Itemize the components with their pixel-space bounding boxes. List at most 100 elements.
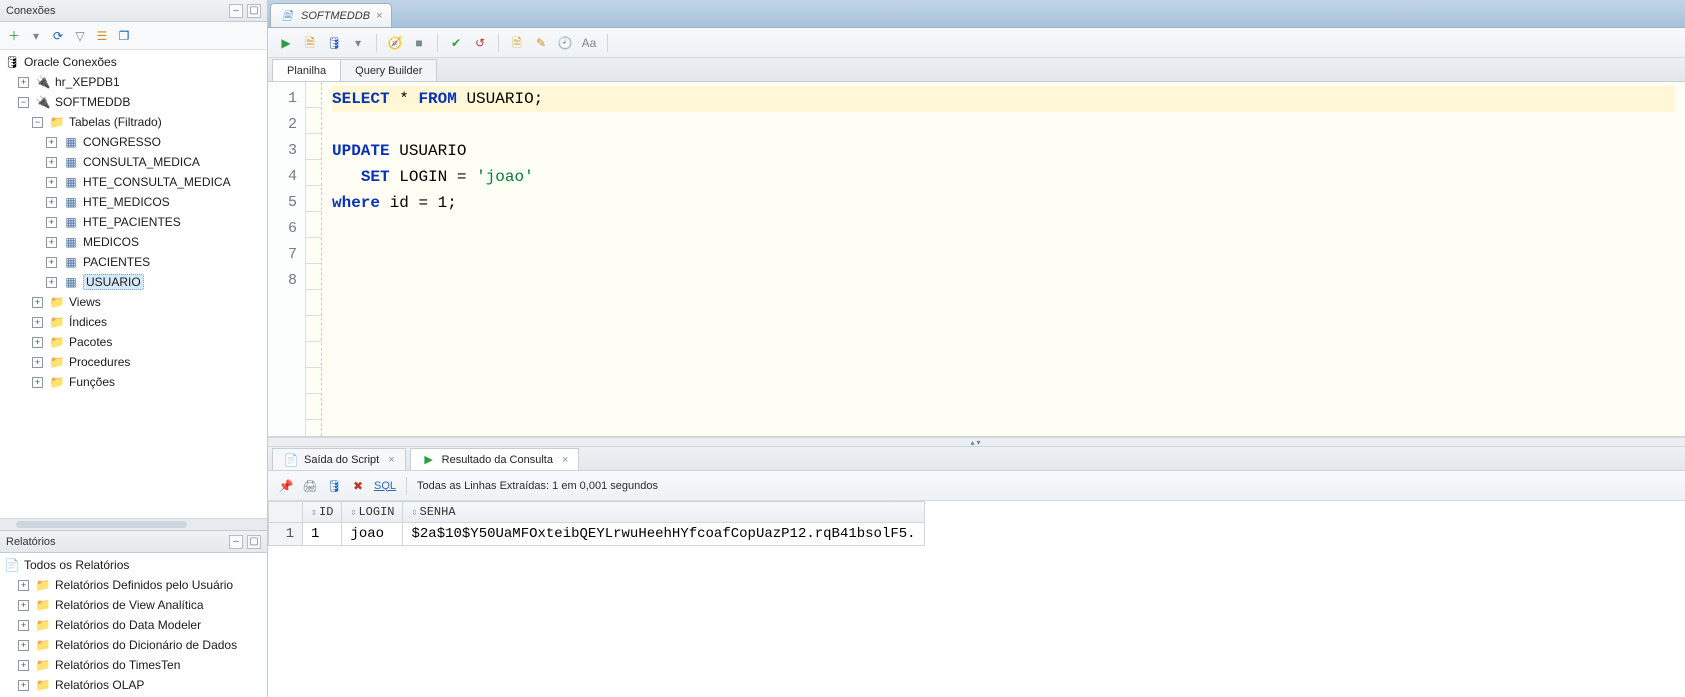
restore-pane-icon[interactable]: ▢ [247,535,261,549]
col-header-login[interactable]: ⇕LOGIN [342,502,403,523]
tree-table[interactable]: +MEDICOS [42,232,267,252]
expand-icon[interactable]: + [32,337,43,348]
reports-item[interactable]: +Relatórios do Dicionário de Dados [14,635,267,655]
minimize-pane-icon[interactable]: – [229,535,243,549]
rollback-icon[interactable]: ↺ [472,35,488,51]
expand-icon[interactable]: + [46,257,57,268]
unshare-worksheet-icon[interactable]: 🗎 [509,35,525,51]
add-connection-icon[interactable]: ＋ [6,28,22,44]
reports-item[interactable]: +Relatórios de View Analítica [14,595,267,615]
run-script-icon[interactable]: 🗎 [302,35,318,51]
tree-table[interactable]: +PACIENTES [42,252,267,272]
tree-pacotes-folder[interactable]: +Pacotes [28,332,267,352]
expand-icon[interactable]: + [46,277,57,288]
close-tab-icon[interactable]: × [388,454,394,466]
cancel-icon[interactable]: ■ [411,35,427,51]
reports-item[interactable]: +Relatórios Definidos pelo Usuário [14,575,267,595]
sql-editor[interactable]: 1 2 3 4 5 6 7 8 SELECT * FROM USUARIO; U… [268,82,1685,437]
subtab-planilha[interactable]: Planilha [272,59,341,81]
tree-root-oracle[interactable]: Oracle Conexões [0,52,267,72]
commit-icon[interactable]: ✔ [448,35,464,51]
tree-table[interactable]: +HTE_MEDICOS [42,192,267,212]
expand-icon[interactable]: + [46,177,57,188]
pin-icon[interactable]: 📌 [278,478,294,494]
tree-table[interactable]: +HTE_CONSULTA_MEDICA [42,172,267,192]
expand-icon[interactable]: + [32,357,43,368]
subtab-query-builder[interactable]: Query Builder [340,59,437,81]
file-tab-softmeddb[interactable]: SOFTMEDDB × [270,3,392,27]
sort-handle-icon[interactable]: ⇕ [350,508,356,519]
rownum-header[interactable] [269,502,303,523]
connection-tree-icon[interactable]: ❐ [116,28,132,44]
expand-icon[interactable]: + [18,660,29,671]
expand-icon[interactable]: + [32,377,43,388]
results-grid[interactable]: ⇕ID ⇕LOGIN ⇕SENHA 1 1 joao $2a$10$Y50UaM… [268,501,1685,697]
horizontal-splitter[interactable]: ▴▾ [268,437,1685,447]
reports-item[interactable]: +Relatórios do Data Modeler [14,615,267,635]
table-icon [63,214,79,230]
cell-id[interactable]: 1 [303,523,342,546]
tree-procedures-folder[interactable]: +Procedures [28,352,267,372]
expand-icon[interactable]: + [46,197,57,208]
tree-connection-softmeddb[interactable]: − SOFTMEDDB [14,92,267,112]
run-statement-icon[interactable]: ▶ [278,35,294,51]
cell-senha[interactable]: $2a$10$Y50UaMFOxteibQEYLrwuHeehHYfcoafCo… [403,523,924,546]
autotrace-icon[interactable]: 🧭 [387,35,403,51]
expand-icon[interactable]: + [32,297,43,308]
sort-handle-icon[interactable]: ⇕ [311,508,317,519]
reports-tree[interactable]: Todos os Relatórios +Relatórios Definido… [0,553,267,697]
collapse-icon[interactable]: − [18,97,29,108]
close-tab-icon[interactable]: × [562,454,568,466]
expand-icon[interactable]: + [18,77,29,88]
col-header-senha[interactable]: ⇕SENHA [403,502,924,523]
expand-icon[interactable]: + [18,640,29,651]
tree-views-folder[interactable]: +Views [28,292,267,312]
cell-login[interactable]: joao [342,523,403,546]
clear-icon[interactable]: ✎ [533,35,549,51]
close-tab-icon[interactable]: × [376,10,382,22]
expand-icon[interactable]: + [46,217,57,228]
tree-table[interactable]: +CONSULTA_MEDICA [42,152,267,172]
expand-icon[interactable]: + [46,157,57,168]
sql-link[interactable]: SQL [374,480,396,492]
reports-item[interactable]: +Relatórios do TimesTen [14,655,267,675]
case-toggle-icon[interactable]: Aa [581,35,597,51]
results-tab-script-output[interactable]: Saída do Script × [272,448,406,470]
editor-code-area[interactable]: SELECT * FROM USUARIO; UPDATE USUARIO SE… [322,82,1685,436]
tree-connection-hr[interactable]: + hr_XEPDB1 [14,72,267,92]
tree-table[interactable]: +HTE_PACIENTES [42,212,267,232]
horizontal-scrollbar[interactable] [0,518,267,530]
reports-root[interactable]: Todos os Relatórios [0,555,267,575]
col-header-id[interactable]: ⇕ID [303,502,342,523]
results-tab-query-result[interactable]: Resultado da Consulta × [410,448,580,470]
connections-tree[interactable]: Oracle Conexões + hr_XEPDB1 − [0,50,267,518]
dropdown-icon[interactable]: ▾ [350,35,366,51]
tree-table-usuario[interactable]: +USUARIO [42,272,267,292]
dropdown-icon[interactable]: ▾ [28,28,44,44]
expand-icon[interactable]: + [46,237,57,248]
expand-icon[interactable]: + [18,600,29,611]
tree-table[interactable]: +CONGRESSO [42,132,267,152]
table-row[interactable]: 1 1 joao $2a$10$Y50UaMFOxteibQEYLrwuHeeh… [269,523,925,546]
sql-history-icon[interactable]: 🕘 [557,35,573,51]
export-icon[interactable]: 🛢 [326,478,342,494]
expand-icon[interactable]: + [46,137,57,148]
minimize-pane-icon[interactable]: – [229,4,243,18]
expand-icon[interactable]: + [18,680,29,691]
print-icon[interactable]: 🖨 [302,478,318,494]
delete-icon[interactable]: ✖ [350,478,366,494]
tree-funcoes-folder[interactable]: +Funções [28,372,267,392]
tree-tables-folder[interactable]: − Tabelas (Filtrado) [28,112,267,132]
filter-settings-icon[interactable]: ☰ [94,28,110,44]
refresh-icon[interactable]: ⟳ [50,28,66,44]
explain-plan-icon[interactable]: 🛢 [326,35,342,51]
expand-icon[interactable]: + [18,580,29,591]
sort-handle-icon[interactable]: ⇕ [411,508,417,519]
filter-icon[interactable]: ▽ [72,28,88,44]
collapse-icon[interactable]: − [32,117,43,128]
reports-item[interactable]: +Relatórios OLAP [14,675,267,695]
expand-icon[interactable]: + [18,620,29,631]
expand-icon[interactable]: + [32,317,43,328]
tree-indices-folder[interactable]: +Índices [28,312,267,332]
restore-pane-icon[interactable]: ▢ [247,4,261,18]
